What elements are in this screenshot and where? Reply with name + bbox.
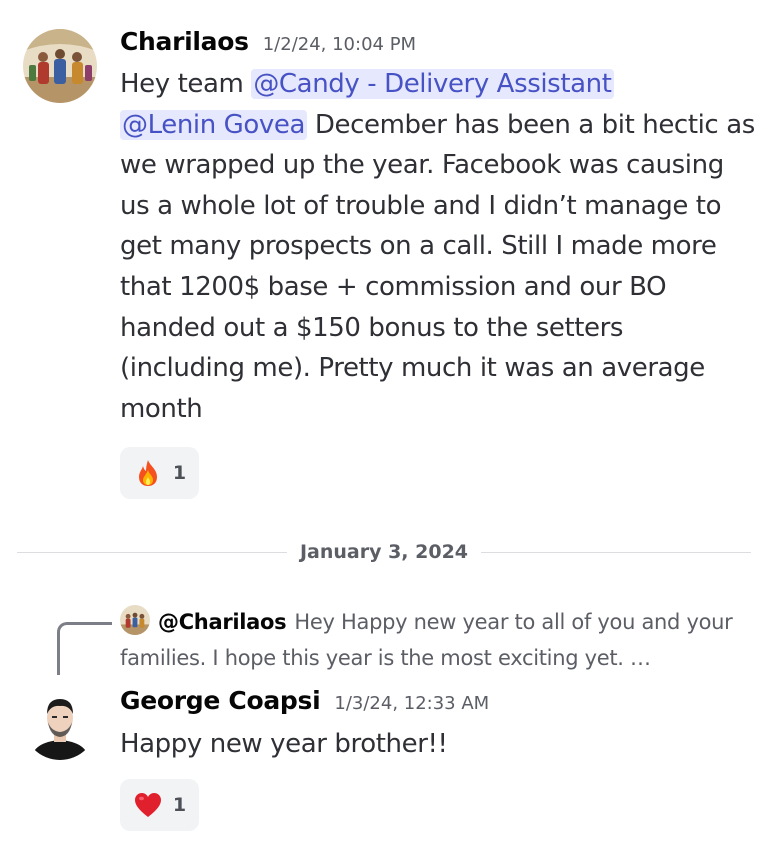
message-header: George Coapsi 1/3/24, 12:33 AM: [120, 686, 489, 715]
message-content: Happy new year brother!!: [120, 729, 448, 759]
message-text-body: December has been a bit hectic as we wra…: [120, 109, 755, 424]
username[interactable]: George Coapsi: [120, 686, 321, 715]
reaction-fire[interactable]: 1: [120, 447, 199, 499]
reply-connector: [57, 622, 112, 675]
reply-preview[interactable]: @Charilaos Hey Happy new year to all of y…: [120, 604, 750, 676]
red-heart-emoji-icon: [134, 793, 161, 817]
message-text-intro: Hey team: [120, 69, 252, 99]
reply-author[interactable]: @Charilaos: [158, 610, 287, 634]
message-header: Charilaos 1/2/24, 10:04 PM: [120, 27, 416, 56]
username[interactable]: Charilaos: [120, 27, 249, 56]
reaction-count: 1: [172, 462, 187, 484]
message-content: Hey team @Candy - Delivery Assistant @Len…: [120, 64, 755, 429]
fire-emoji-icon: [138, 460, 157, 486]
reaction-heart[interactable]: 1: [120, 779, 199, 831]
avatar-george[interactable]: [23, 686, 97, 760]
mention-candy[interactable]: @Candy - Delivery Assistant: [251, 69, 614, 99]
date-divider-label: January 3, 2024: [299, 541, 469, 563]
timestamp: 1/3/24, 12:33 AM: [334, 693, 490, 714]
mention-lenin[interactable]: @Lenin Govea: [120, 109, 308, 140]
avatar-charilaos[interactable]: [23, 29, 97, 103]
painting-avatar-icon: [23, 29, 97, 103]
timestamp: 1/2/24, 10:04 PM: [262, 34, 417, 55]
reaction-count: 1: [172, 794, 187, 816]
person-avatar-icon: [23, 686, 97, 760]
